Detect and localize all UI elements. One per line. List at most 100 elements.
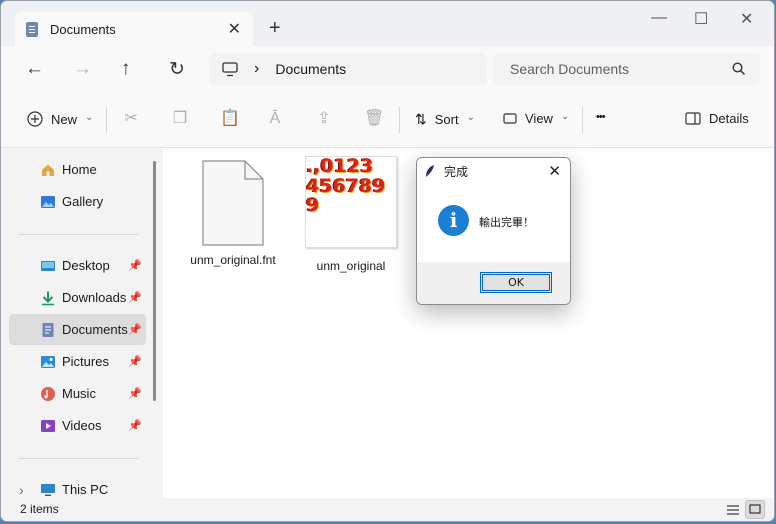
title-bar: Documents ✕ + — ☐ ✕ — [1, 1, 774, 46]
desktop-icon — [41, 260, 55, 271]
chevron-down-icon: ⌄ — [466, 112, 475, 123]
minimize-button[interactable]: — — [651, 9, 667, 27]
divider — [399, 107, 400, 133]
sidebar-item-label: Videos — [62, 418, 102, 433]
delete-icon[interactable]: 🗑 — [364, 111, 384, 127]
sidebar-item-home[interactable]: Home — [9, 154, 146, 185]
documents-icon — [42, 322, 54, 337]
sidebar-item-documents[interactable]: Documents 📌 — [9, 314, 146, 345]
sort-icon: ⇅ — [415, 111, 427, 127]
sidebar-scrollbar[interactable] — [153, 161, 156, 401]
feather-icon — [426, 165, 434, 177]
command-bar: New ⌄ ✂ ❐ 📋 Ā ⇪ 🗑 ⇅ Sort ⌄ View ⌄ ••• De… — [1, 93, 774, 148]
details-view-icon[interactable] — [726, 504, 740, 516]
share-icon[interactable]: ⇪ — [316, 111, 332, 127]
search-box[interactable]: Search Documents — [494, 53, 760, 85]
rename-icon[interactable]: Ā — [267, 111, 283, 127]
search-input[interactable]: Search Documents — [510, 61, 629, 77]
sidebar-item-label: Desktop — [62, 258, 110, 273]
sort-button[interactable]: ⇅ Sort ⌄ — [415, 111, 475, 128]
new-tab-button[interactable]: + — [269, 17, 281, 40]
back-button[interactable]: ← — [25, 58, 44, 80]
view-button[interactable]: View ⌄ — [503, 111, 569, 126]
sidebar-item-music[interactable]: Music 📌 — [9, 378, 146, 409]
dialog-title: 完成 — [444, 164, 469, 179]
sidebar-divider — [18, 458, 138, 459]
up-button[interactable]: ↑ — [121, 58, 131, 80]
sidebar-item-label: This PC — [62, 482, 109, 497]
tab-documents[interactable]: Documents ✕ — [15, 12, 253, 46]
address-bar[interactable]: › Documents — [209, 53, 487, 85]
file-name: unm_original — [316, 259, 386, 273]
pin-icon[interactable]: 📌 — [128, 355, 142, 368]
pin-icon[interactable]: 📌 — [128, 323, 142, 336]
sidebar-item-gallery[interactable]: Gallery — [9, 186, 146, 217]
sort-label: Sort — [434, 112, 459, 127]
details-pane-icon — [685, 112, 701, 125]
download-icon — [42, 291, 54, 305]
divider — [582, 107, 583, 133]
new-label: New — [51, 111, 78, 127]
dialog-close-icon[interactable]: ✕ — [548, 162, 561, 180]
tiles-view-button[interactable] — [745, 500, 765, 519]
sidebar-item-label: Home — [62, 162, 97, 177]
tiles-view-icon — [749, 504, 761, 514]
divider — [106, 107, 107, 133]
tab-close-icon[interactable]: ✕ — [228, 19, 241, 39]
documents-folder-icon — [26, 21, 38, 37]
pictures-icon — [41, 355, 55, 368]
dialog-title-bar: 完成 ✕ — [417, 158, 570, 184]
pin-icon[interactable]: 📌 — [128, 387, 142, 400]
pin-icon[interactable]: 📌 — [128, 419, 142, 432]
sidebar-divider — [18, 234, 138, 235]
plus-circle-icon — [27, 111, 43, 127]
explorer-window: Documents ✕ + — ☐ ✕ ← → ↑ ↻ › Documents … — [0, 0, 775, 522]
dialog-body: i 輸出完畢！ — [417, 184, 570, 262]
forward-button[interactable]: → — [73, 58, 92, 80]
tab-title: Documents — [50, 21, 116, 37]
close-window-button[interactable]: ✕ — [740, 9, 753, 29]
sidebar-item-label: Documents — [62, 322, 128, 337]
dialog-message: 輸出完畢！ — [479, 216, 534, 229]
copy-icon[interactable]: ❐ — [172, 111, 188, 127]
videos-icon — [41, 419, 55, 432]
sidebar-item-videos[interactable]: Videos 📌 — [9, 410, 146, 441]
breadcrumb-documents[interactable]: Documents — [275, 61, 346, 77]
monitor-icon — [222, 61, 238, 76]
expand-chevron-icon[interactable]: › — [19, 482, 24, 498]
view-icon — [503, 112, 517, 124]
details-button[interactable]: Details — [685, 111, 749, 126]
sidebar-item-pictures[interactable]: Pictures 📌 — [9, 346, 146, 377]
sidebar-item-label: Gallery — [62, 194, 104, 209]
sidebar-item-desktop[interactable]: Desktop 📌 — [9, 250, 146, 281]
document-icon — [202, 160, 264, 246]
home-icon — [42, 164, 54, 176]
gallery-icon — [41, 195, 55, 208]
path-separator: › — [254, 60, 260, 77]
thumbnail-text: .,0123 — [306, 156, 374, 177]
cut-icon[interactable]: ✂ — [123, 111, 139, 127]
file-item[interactable]: unm_original.fnt — [185, 160, 281, 267]
more-options-button[interactable]: ••• — [596, 111, 606, 123]
info-icon: i — [438, 205, 469, 236]
ok-button[interactable]: OK — [480, 272, 552, 293]
file-item[interactable]: .,0123 456789 9 unm_original — [303, 156, 399, 273]
sidebar-item-downloads[interactable]: Downloads 📌 — [9, 282, 146, 313]
this-pc-icon — [41, 483, 55, 496]
new-button[interactable]: New ⌄ — [27, 111, 93, 127]
refresh-button[interactable]: ↻ — [169, 58, 185, 81]
navigation-pane: Home Gallery Desktop 📌 Downloads 📌 Docum… — [1, 148, 153, 498]
image-thumbnail: .,0123 456789 9 — [305, 156, 397, 248]
pin-icon[interactable]: 📌 — [128, 259, 142, 272]
music-icon — [41, 386, 55, 401]
view-label: View — [525, 111, 553, 126]
dialog-footer: OK — [417, 262, 570, 304]
search-icon[interactable] — [732, 62, 746, 76]
pin-icon[interactable]: 📌 — [128, 291, 142, 304]
file-name: unm_original.fnt — [190, 253, 276, 267]
maximize-button[interactable]: ☐ — [694, 9, 708, 29]
sidebar-item-label: Pictures — [62, 354, 109, 369]
chevron-down-icon: ⌄ — [85, 111, 94, 123]
paste-icon[interactable]: 📋 — [220, 111, 240, 127]
thumbnail-text: 456789 — [306, 175, 386, 197]
